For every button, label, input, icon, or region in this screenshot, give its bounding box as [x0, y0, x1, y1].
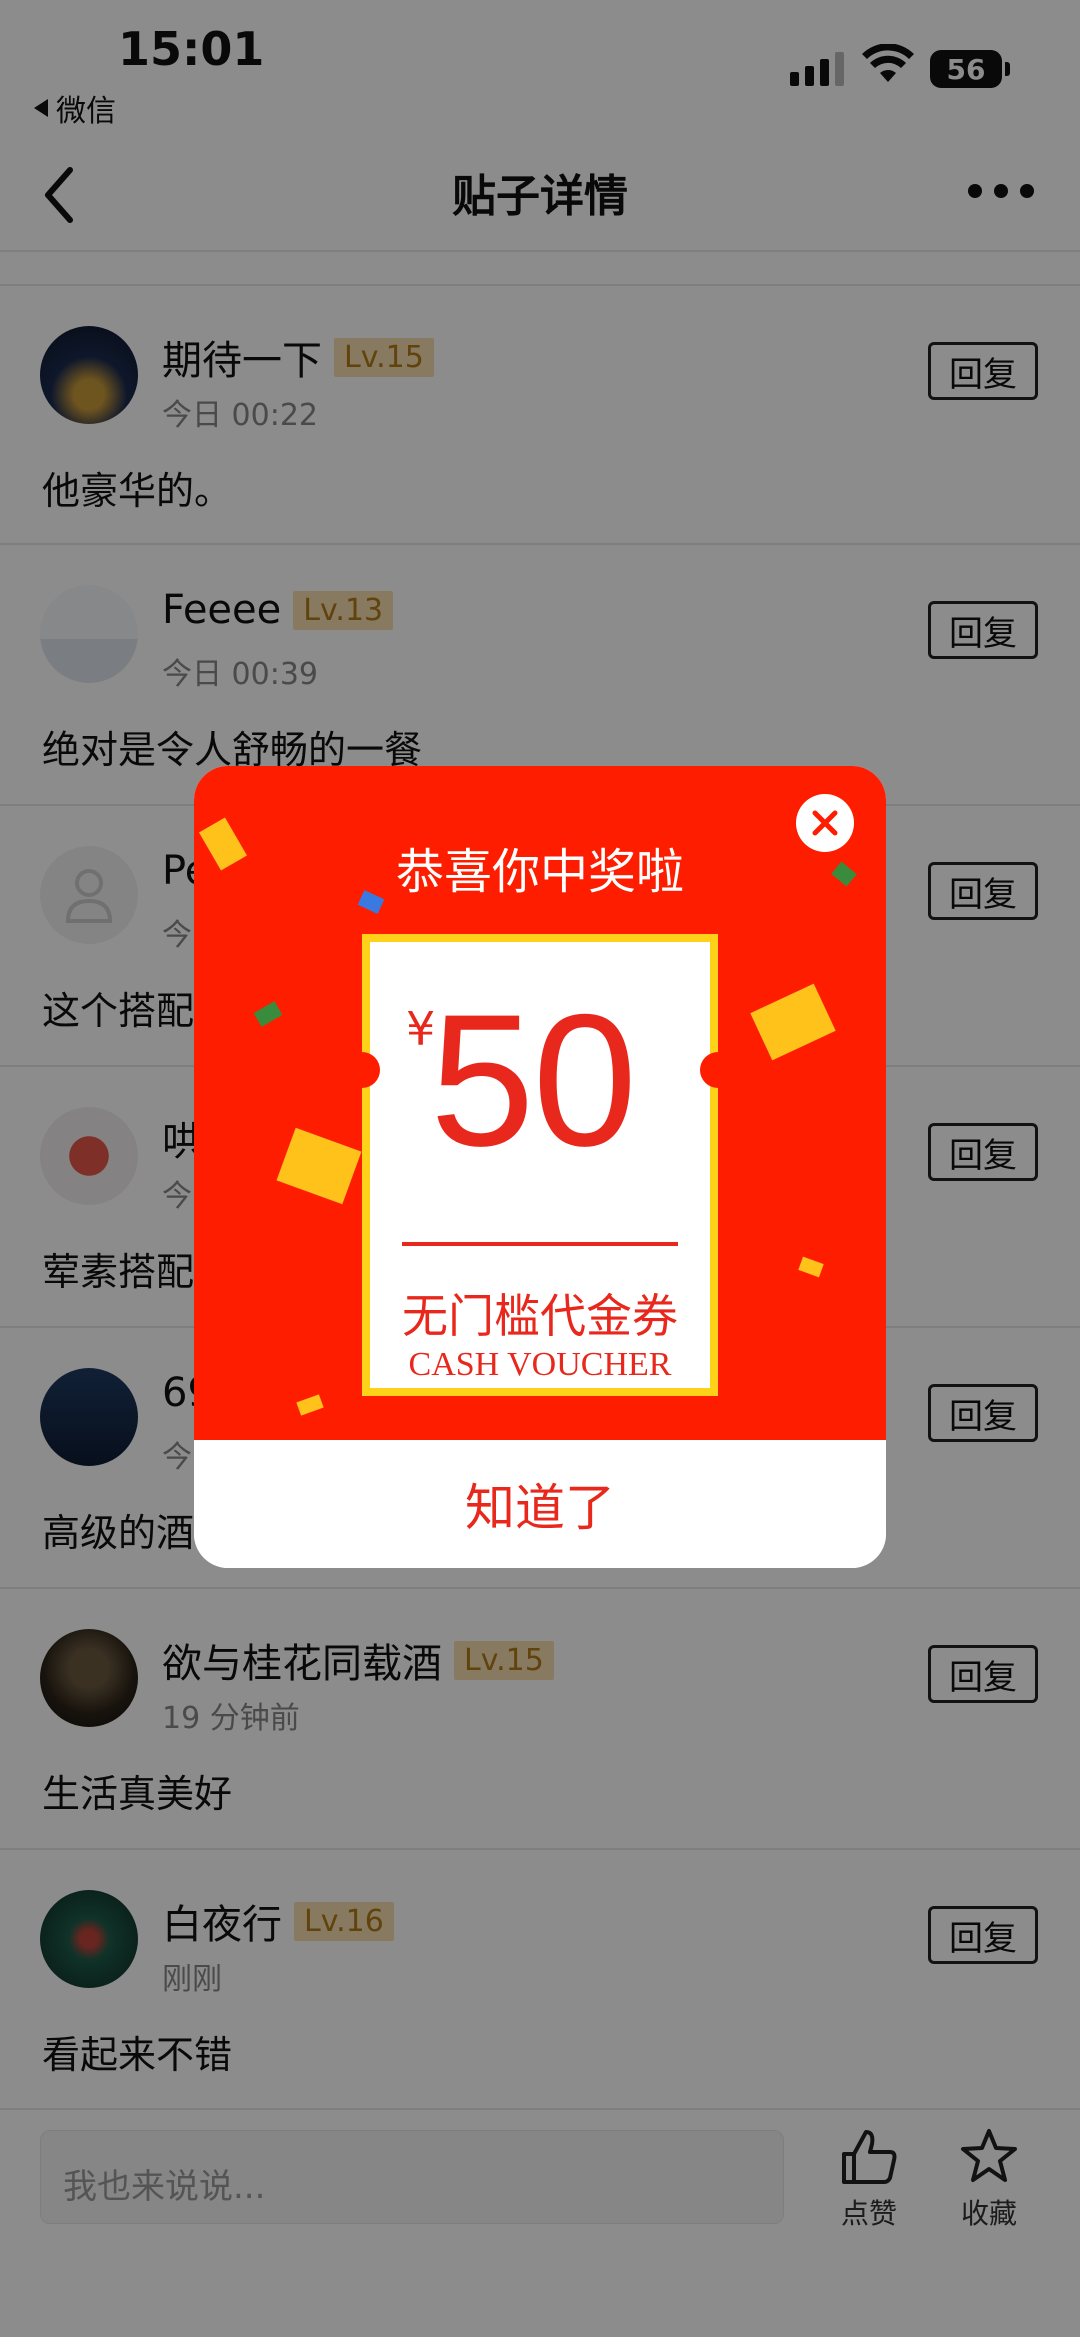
page: 15:01 微信 56 贴子详情 期待一下 Lv.15 今日 00:22 回复 … — [0, 0, 1080, 2337]
confetti-decoration — [750, 983, 836, 1061]
confetti-decoration — [276, 1127, 362, 1205]
voucher-notch-left — [344, 1052, 380, 1088]
prize-modal: 恭喜你中奖啦 ¥ 50 无门槛代金券 CASH VOUCHER 知道了 — [194, 766, 886, 1568]
voucher-subtitle: CASH VOUCHER — [408, 1346, 672, 1383]
confetti-decoration — [296, 1394, 324, 1416]
voucher-card: ¥ 50 无门槛代金券 CASH VOUCHER — [362, 934, 718, 1396]
modal-header: 恭喜你中奖啦 ¥ 50 无门槛代金券 CASH VOUCHER — [194, 766, 886, 1440]
close-icon — [812, 810, 838, 836]
close-button[interactable] — [796, 794, 854, 852]
confetti-decoration — [798, 1256, 824, 1278]
confirm-button[interactable]: 知道了 — [194, 1440, 886, 1568]
voucher-notch-right — [700, 1052, 736, 1088]
confetti-decoration — [253, 1001, 283, 1027]
modal-title: 恭喜你中奖啦 — [395, 844, 684, 900]
voucher-divider — [402, 1242, 678, 1246]
voucher-name: 无门槛代金券 — [402, 1289, 678, 1343]
voucher-amount: 50 — [430, 975, 637, 1185]
